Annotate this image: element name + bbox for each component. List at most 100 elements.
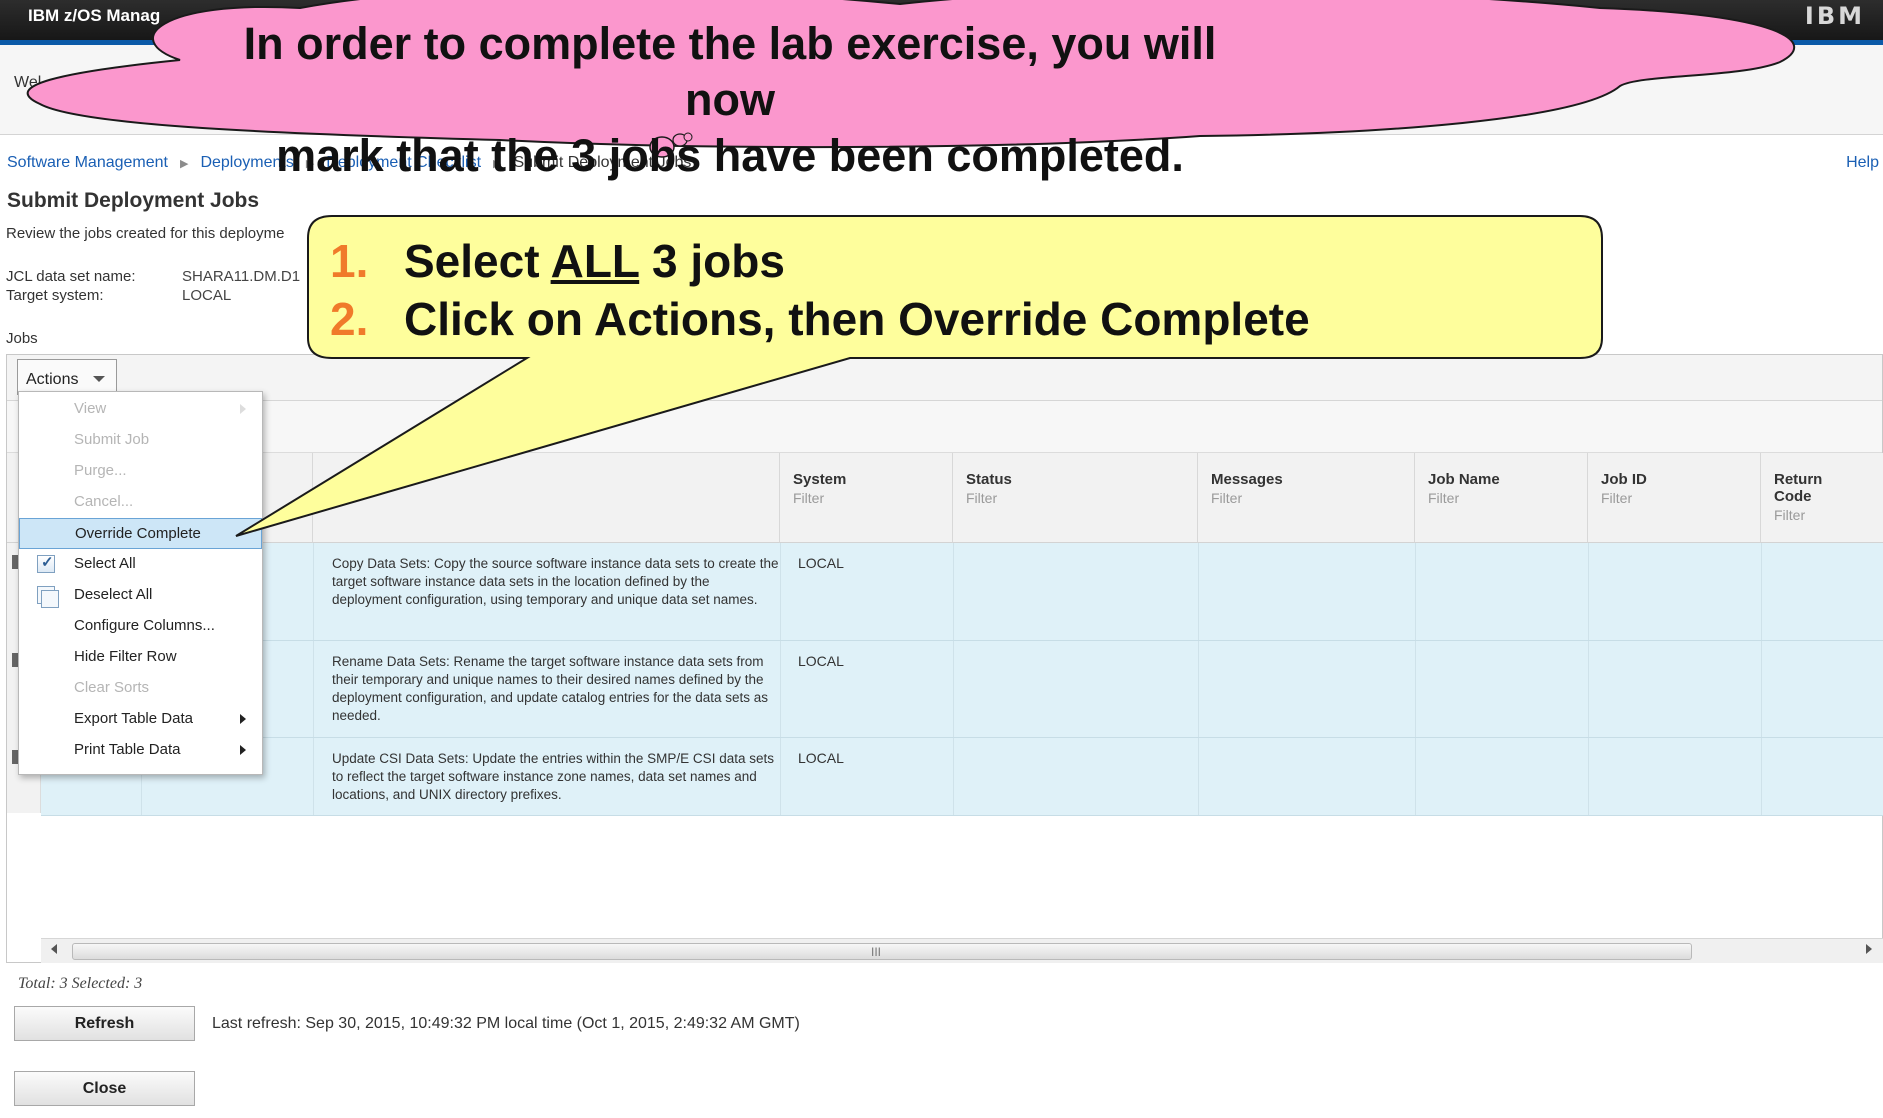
- menu-item-label: Select All: [74, 555, 136, 572]
- job-description: Rename Data Sets: Rename the target soft…: [332, 654, 769, 723]
- close-button[interactable]: Close: [14, 1071, 195, 1106]
- column-divider: [1588, 641, 1589, 737]
- unchecked-checkbox-icon: [41, 590, 59, 608]
- menu-item-label: Export Table Data: [74, 710, 193, 727]
- menu-item-print-table-data[interactable]: Print Table Data: [19, 735, 262, 765]
- menu-item-export-table-data[interactable]: Export Table Data: [19, 704, 262, 734]
- table-totals: Total: 3 Selected: 3: [18, 975, 143, 992]
- table-row[interactable]: Update CSI Data Sets: Update the entries…: [41, 738, 1883, 816]
- last-refresh-text: Last refresh: Sep 30, 2015, 10:49:32 PM …: [212, 1015, 800, 1032]
- menu-item-purge[interactable]: Purge...: [19, 456, 262, 486]
- column-filter-link[interactable]: Filter: [1774, 507, 1883, 523]
- page-title: Submit Deployment Jobs: [7, 189, 260, 212]
- menu-item-submit-job[interactable]: Submit Job: [19, 425, 262, 455]
- breadcrumb-separator-icon: ▶: [179, 157, 189, 170]
- welcome-text: Wel: [14, 74, 42, 91]
- submenu-arrow-icon: [240, 745, 246, 755]
- column-divider: [1761, 738, 1762, 815]
- menu-item-view[interactable]: View: [19, 394, 262, 424]
- step-number: 1.: [330, 235, 369, 287]
- column-filter-link[interactable]: Filter: [1211, 490, 1414, 506]
- cloud-instruction-line: mark that the 3 jobs have been completed…: [276, 130, 1184, 181]
- column-divider: [1415, 543, 1416, 640]
- menu-item-hide-filter-row[interactable]: Hide Filter Row: [19, 642, 262, 672]
- help-link[interactable]: Help: [1846, 154, 1879, 172]
- callout-step-1: 1. Select ALL 3 jobs: [330, 232, 1310, 290]
- step-text: 3 jobs: [639, 235, 785, 287]
- ibm-logo: IBM: [1804, 2, 1865, 30]
- table-row[interactable]: Copy Data Sets: Copy the source software…: [41, 543, 1883, 641]
- callout-step-2: 2. Click on Actions, then Override Comple…: [330, 290, 1310, 348]
- cloud-instruction: In order to complete the lab exercise, y…: [200, 16, 1260, 184]
- column-label: Return Code: [1774, 471, 1823, 505]
- table-toolbar: Actions: [7, 355, 1882, 401]
- column-divider: [953, 543, 954, 640]
- menu-item-override-complete[interactable]: Override Complete: [19, 518, 262, 549]
- actions-menu: View Submit Job Purge... Cancel... Overr…: [18, 391, 263, 775]
- column-filter-link[interactable]: Filter: [793, 490, 952, 506]
- menu-item-deselect-all[interactable]: Deselect All: [19, 580, 262, 610]
- jobs-label: Jobs: [6, 330, 38, 347]
- submenu-arrow-icon: [240, 714, 246, 724]
- breadcrumb-software-management[interactable]: Software Management: [7, 154, 168, 172]
- job-system: LOCAL: [798, 750, 844, 766]
- column-label: Job Name: [1428, 471, 1500, 488]
- scroll-left-icon[interactable]: [51, 944, 57, 954]
- column-divider: [313, 738, 314, 815]
- step-number: 2.: [330, 293, 369, 345]
- cloud-instruction-line: In order to complete the lab exercise, y…: [243, 18, 1217, 125]
- column-divider: [1588, 543, 1589, 640]
- column-divider: [1588, 738, 1589, 815]
- table-row[interactable]: Rename Data Sets: Rename the target soft…: [41, 641, 1883, 738]
- submenu-arrow-icon: [240, 404, 246, 414]
- column-label: Job ID: [1601, 471, 1647, 488]
- column-divider: [1198, 738, 1199, 815]
- chevron-down-icon: [93, 376, 105, 382]
- column-label: System: [793, 471, 847, 488]
- column-header-system[interactable]: System Filter: [780, 453, 953, 543]
- column-divider: [1198, 641, 1199, 737]
- menu-item-clear-sorts[interactable]: Clear Sorts: [19, 673, 262, 703]
- step-emphasis: ALL: [550, 235, 640, 287]
- jcl-label: JCL data set name:: [6, 268, 136, 285]
- actions-button[interactable]: Actions: [17, 359, 117, 395]
- page-description: Review the jobs created for this deploym…: [6, 225, 285, 242]
- step-text: Select: [404, 235, 551, 287]
- menu-item-cancel[interactable]: Cancel...: [19, 487, 262, 517]
- column-header-status[interactable]: Status Filter: [953, 453, 1198, 543]
- scroll-grip: III: [871, 945, 882, 959]
- column-divider: [313, 543, 314, 640]
- jcl-value: SHARA11.DM.D1: [182, 268, 301, 285]
- job-description: Copy Data Sets: Copy the source software…: [332, 556, 779, 607]
- scroll-right-icon[interactable]: [1866, 944, 1872, 954]
- menu-item-configure-columns[interactable]: Configure Columns...: [19, 611, 262, 641]
- menu-item-select-all[interactable]: ✓ Select All: [19, 549, 262, 579]
- job-description: Update CSI Data Sets: Update the entries…: [332, 751, 774, 802]
- jobs-table: Actions System Filter Status Filter Mess…: [6, 354, 1883, 963]
- column-label: Status: [966, 471, 1012, 488]
- column-header-job-name[interactable]: Job Name Filter: [1415, 453, 1588, 543]
- target-system-label: Target system:: [6, 287, 104, 304]
- column-divider: [1761, 641, 1762, 737]
- column-header-messages[interactable]: Messages Filter: [1198, 453, 1415, 543]
- target-system-value: LOCAL: [182, 287, 232, 304]
- step-text: Click on Actions, then Override Complete: [404, 293, 1310, 345]
- column-filter-link[interactable]: Filter: [1601, 490, 1760, 506]
- column-divider: [953, 641, 954, 737]
- menu-item-label: Deselect All: [74, 586, 153, 603]
- column-header-job-id[interactable]: Job ID Filter: [1588, 453, 1761, 543]
- app-title: IBM z/OS Manag: [28, 6, 161, 25]
- scrollbar-thumb[interactable]: III: [72, 943, 1692, 960]
- column-header-description[interactable]: [313, 453, 780, 543]
- horizontal-scrollbar[interactable]: III: [41, 938, 1883, 963]
- column-filter-link[interactable]: Filter: [1428, 490, 1587, 506]
- job-system: LOCAL: [798, 653, 844, 669]
- column-header-return-code[interactable]: Return Code Filter: [1761, 453, 1883, 543]
- column-divider: [313, 641, 314, 737]
- menu-item-label: Print Table Data: [74, 741, 181, 758]
- checked-checkbox-icon: ✓: [37, 554, 55, 573]
- callout-instructions: 1. Select ALL 3 jobs 2. Click on Actions, …: [330, 232, 1310, 348]
- refresh-button[interactable]: Refresh: [14, 1006, 195, 1041]
- column-filter-link[interactable]: Filter: [966, 490, 1197, 506]
- column-divider: [1415, 738, 1416, 815]
